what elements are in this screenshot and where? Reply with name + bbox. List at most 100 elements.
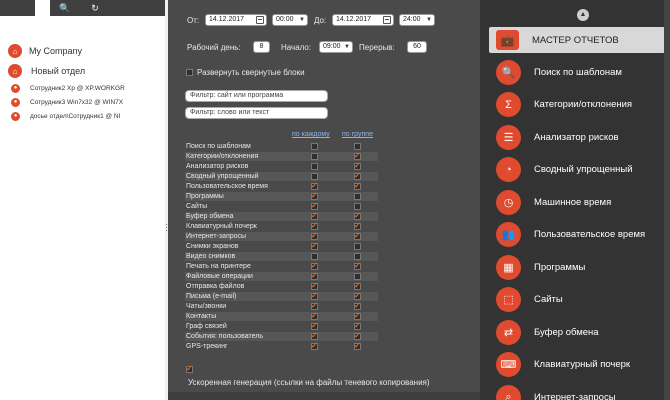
- from-time-select[interactable]: 00:00: [272, 14, 308, 26]
- each-checkbox[interactable]: [311, 173, 318, 180]
- menu-item[interactable]: 👥 Пользовательское время: [496, 222, 666, 248]
- calendar-icon[interactable]: [256, 16, 264, 24]
- each-checkbox[interactable]: [311, 271, 318, 280]
- report-row-label: Поиск по шаблонам: [186, 143, 251, 150]
- expand-checkbox[interactable]: [186, 69, 193, 76]
- menu-item[interactable]: ⬚ Сайты: [496, 287, 666, 313]
- menu-item[interactable]: ◷ Машинное время: [496, 189, 666, 215]
- group-checkbox[interactable]: [354, 221, 361, 230]
- group-checkbox[interactable]: [354, 203, 361, 210]
- group-checkbox[interactable]: [354, 261, 361, 270]
- workday-input[interactable]: 8: [253, 41, 270, 53]
- menu-item[interactable]: 💼 МАСТЕР ОТЧЕТОВ: [489, 27, 665, 53]
- group-checkbox[interactable]: [354, 301, 361, 310]
- each-checkbox[interactable]: [311, 241, 318, 250]
- report-row: Анализатор рисков: [185, 162, 378, 171]
- each-checkbox[interactable]: [311, 221, 318, 230]
- group-checkbox[interactable]: [354, 193, 361, 200]
- menu-scrollbar[interactable]: [664, 0, 670, 400]
- group-checkbox[interactable]: [354, 211, 361, 220]
- each-checkbox[interactable]: [311, 261, 318, 270]
- report-row-label: Чаты/звонки: [186, 303, 227, 310]
- group-checkbox[interactable]: [354, 341, 361, 350]
- group-checkbox[interactable]: [354, 161, 361, 170]
- horizontal-scrollbar[interactable]: [168, 392, 480, 400]
- break-label: Перерыв:: [359, 43, 395, 52]
- menu-item[interactable]: ⇄ Буфер обмена: [496, 319, 666, 345]
- each-checkbox[interactable]: [311, 181, 318, 190]
- menu-item-label: Категории/отклонения: [534, 99, 633, 110]
- tree-item-label: Сотрудник2 Xp @ XP.WORKGR: [30, 84, 125, 92]
- pie-icon: ◔: [496, 157, 521, 182]
- report-row-label: Видео снимков: [186, 253, 236, 260]
- each-checkbox[interactable]: [311, 231, 318, 240]
- fast-generation-checkbox[interactable]: [186, 364, 193, 373]
- tree-item-employee[interactable]: ● Сотрудник3 Win7x32 @ WIN7X: [11, 95, 123, 109]
- report-row: Буфер обмена: [185, 212, 378, 221]
- group-checkbox[interactable]: [354, 321, 361, 330]
- from-date-field[interactable]: 14.12.2017: [205, 14, 267, 26]
- filter-site-input[interactable]: Фильтр: сайт или программа: [185, 90, 328, 102]
- search-icon[interactable]: 🔍: [50, 0, 80, 16]
- menu-item-label: Интернет-запросы: [534, 391, 616, 400]
- each-checkbox[interactable]: [311, 311, 318, 320]
- to-date-field[interactable]: 14.12.2017: [332, 14, 394, 26]
- column-group-header[interactable]: по группе: [342, 131, 373, 138]
- each-checkbox[interactable]: [311, 211, 318, 220]
- menu-item[interactable]: ◔ Сводный упрощенный: [496, 157, 666, 183]
- group-checkbox[interactable]: [354, 143, 361, 150]
- filter-word-input[interactable]: Фильтр: слово или текст: [185, 107, 328, 119]
- refresh-icon[interactable]: ↻: [80, 0, 110, 16]
- each-checkbox[interactable]: [311, 253, 318, 260]
- menu-item-label: Буфер обмена: [534, 326, 599, 338]
- exchange-icon: ⇄: [496, 319, 521, 345]
- tree-item-company[interactable]: ⌂ My Company: [8, 44, 82, 58]
- menu-item-label: Сводный упрощенный: [534, 164, 633, 175]
- menu-item-label: Анализатор рисков: [534, 131, 619, 143]
- tree-item-label: Сотрудник3 Win7x32 @ WIN7X: [30, 98, 124, 106]
- each-checkbox[interactable]: [311, 321, 318, 330]
- each-checkbox[interactable]: [311, 143, 318, 150]
- to-time-value: 24:00: [403, 16, 421, 23]
- tree-panel: 🔍 ↻ ⌂ My Company ⌂ Новый отдел ● Сотрудн…: [0, 0, 165, 400]
- tree-item-department[interactable]: ⌂ Новый отдел: [8, 64, 85, 78]
- group-checkbox[interactable]: [354, 151, 361, 160]
- each-checkbox[interactable]: [311, 331, 318, 340]
- group-checkbox[interactable]: [354, 243, 361, 250]
- menu-item[interactable]: Σ Категории/отклонения: [496, 92, 666, 118]
- group-checkbox[interactable]: [354, 231, 361, 240]
- menu-item[interactable]: 🔍 Поиск по шаблонам: [496, 59, 666, 85]
- group-checkbox[interactable]: [354, 171, 361, 180]
- each-checkbox[interactable]: [311, 163, 318, 170]
- each-checkbox[interactable]: [311, 281, 318, 290]
- list-icon: ☰: [496, 124, 521, 150]
- group-checkbox[interactable]: [354, 291, 361, 300]
- group-checkbox[interactable]: [354, 253, 361, 260]
- each-checkbox[interactable]: [311, 153, 318, 160]
- each-checkbox[interactable]: [311, 341, 318, 350]
- calendar-icon[interactable]: [383, 16, 391, 24]
- tree-item-employee[interactable]: ● Сотрудник2 Xp @ XP.WORKGR: [11, 81, 125, 95]
- each-checkbox[interactable]: [311, 301, 318, 310]
- each-checkbox[interactable]: [311, 291, 318, 300]
- chevron-up-icon[interactable]: ▲: [577, 9, 589, 21]
- start-time-select[interactable]: 09:00: [319, 41, 353, 53]
- tree-item-employee[interactable]: ● досье отдел\Сотрудник1 @ NI: [11, 109, 120, 123]
- each-checkbox[interactable]: [311, 191, 318, 200]
- to-time-select[interactable]: 24:00: [399, 14, 435, 26]
- report-row: Категории/отклонения: [185, 152, 378, 161]
- group-checkbox[interactable]: [354, 273, 361, 280]
- menu-item[interactable]: ▦ Программы: [496, 254, 666, 280]
- menu-item[interactable]: ☰ Анализатор рисков: [496, 124, 666, 150]
- each-checkbox[interactable]: [311, 201, 318, 210]
- menu-item[interactable]: ⌕ Интернет-запросы: [496, 384, 666, 400]
- break-input[interactable]: 60: [407, 41, 427, 53]
- group-checkbox[interactable]: [354, 331, 361, 340]
- report-row: Клавиатурный почерк: [185, 222, 378, 231]
- group-checkbox[interactable]: [354, 311, 361, 320]
- menu-item[interactable]: ⌨ Клавиатурный почерк: [496, 352, 666, 378]
- group-checkbox[interactable]: [354, 281, 361, 290]
- tree-item-label: My Company: [29, 46, 83, 56]
- group-checkbox[interactable]: [354, 181, 361, 190]
- column-each-header[interactable]: по каждому: [292, 131, 330, 138]
